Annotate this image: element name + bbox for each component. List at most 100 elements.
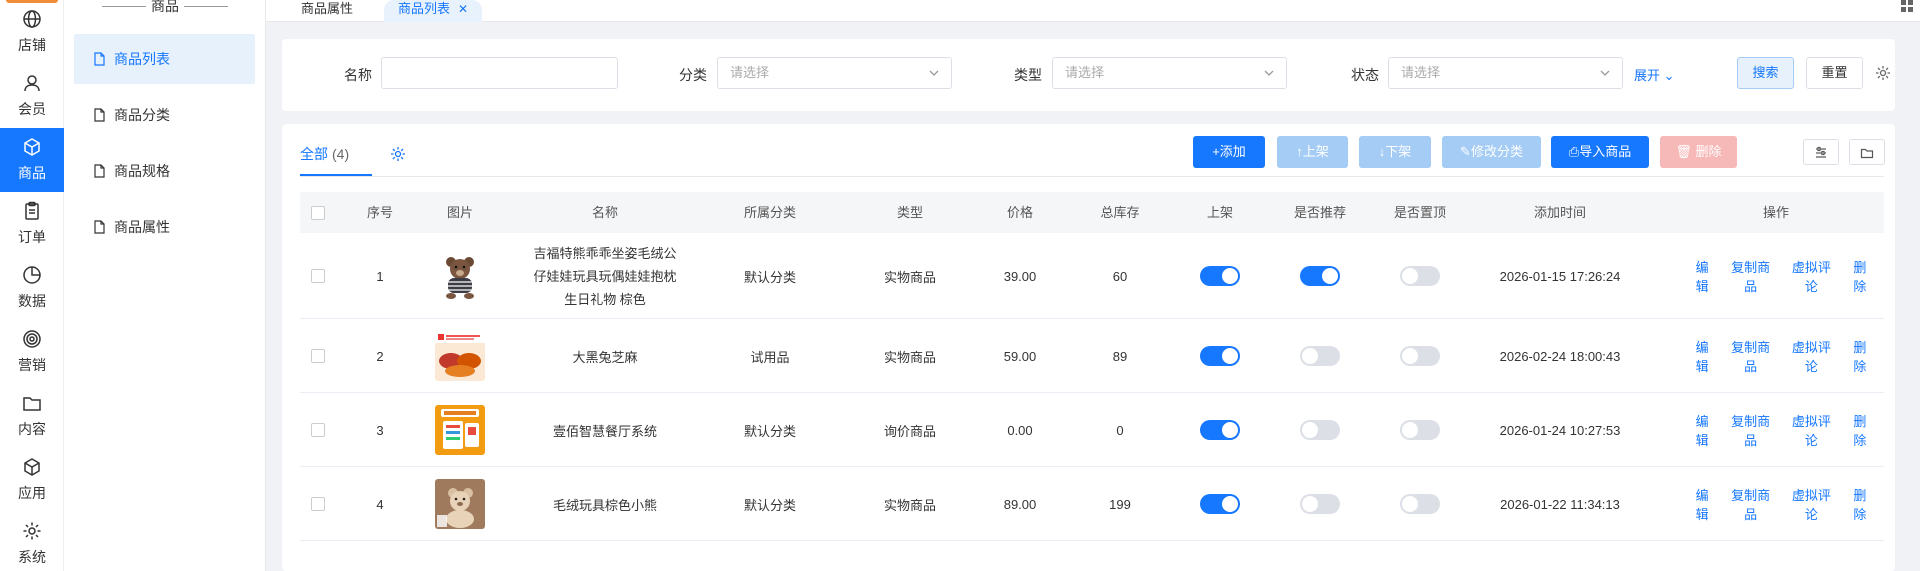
submenu-item-goods-attr[interactable]: 商品属性 — [74, 202, 255, 252]
product-image-bear-brown[interactable] — [435, 479, 485, 529]
select-all-checkbox[interactable] — [311, 205, 325, 220]
search-button[interactable]: 搜索 — [1737, 57, 1794, 89]
copy-goods-link[interactable]: 复制商品 — [1726, 485, 1775, 523]
product-image-bear[interactable] — [435, 251, 485, 301]
cell-no: 2 — [376, 348, 384, 364]
nav-item-shop[interactable]: 店铺 — [0, 0, 64, 64]
nav-item-content[interactable]: 内容 — [0, 384, 64, 448]
nav-item-apps[interactable]: 应用 — [0, 448, 64, 512]
top-switch[interactable] — [1400, 346, 1440, 366]
cell-image — [430, 233, 490, 319]
on-shelf-switch[interactable] — [1200, 420, 1240, 440]
settings-icon[interactable] — [1875, 65, 1891, 81]
delete-link[interactable]: 删除 — [1848, 411, 1872, 449]
edit-link[interactable]: 编辑 — [1690, 257, 1714, 295]
nav-item-goods[interactable]: 商品 — [0, 128, 64, 192]
cell-time: 2026-01-22 11:34:13 — [1500, 496, 1620, 512]
nav-item-data[interactable]: 数据 — [0, 256, 64, 320]
top-switch[interactable] — [1400, 420, 1440, 440]
on-shelf-button[interactable]: ↑上架 — [1277, 136, 1348, 168]
row-checkbox[interactable] — [311, 497, 325, 511]
row-select-cell — [300, 467, 336, 541]
folder-button[interactable] — [1849, 139, 1885, 165]
cell-on-shelf — [1180, 319, 1260, 393]
copy-goods-link[interactable]: 复制商品 — [1726, 257, 1775, 295]
recommend-switch[interactable] — [1300, 266, 1340, 286]
cell-time: 2026-01-15 17:26:24 — [1499, 268, 1621, 284]
type-select[interactable]: 请选择 — [1052, 57, 1287, 89]
import-goods-label: 导入商品 — [1579, 144, 1632, 159]
row-checkbox[interactable] — [311, 423, 325, 437]
edit-link[interactable]: 编辑 — [1690, 337, 1714, 375]
status-select[interactable]: 请选择 — [1388, 57, 1623, 89]
recommend-switch[interactable] — [1300, 346, 1340, 366]
submenu-item-goods-category[interactable]: 商品分类 — [74, 90, 255, 140]
row-checkbox[interactable] — [311, 269, 325, 283]
top-switch[interactable] — [1400, 494, 1440, 514]
expand-label: 展开 — [1634, 68, 1661, 83]
edit-link[interactable]: 编辑 — [1690, 411, 1714, 449]
cell-no: 1 — [376, 268, 384, 284]
on-shelf-switch[interactable] — [1200, 346, 1240, 366]
virtual-review-link[interactable]: 虚拟评论 — [1787, 411, 1836, 449]
nav-item-system[interactable]: 系统 — [0, 512, 64, 571]
tab-all-count: (4) — [332, 146, 350, 162]
cell-no: 4 — [376, 496, 384, 512]
nav-item-marketing[interactable]: 营销 — [0, 320, 64, 384]
header-name: 名称 — [591, 205, 618, 220]
column-settings-button[interactable] — [1803, 139, 1839, 165]
copy-goods-link[interactable]: 复制商品 — [1726, 337, 1775, 375]
submenu-item-goods-list[interactable]: 商品列表 — [74, 34, 255, 84]
category-label: 分类 — [679, 67, 707, 83]
reset-button[interactable]: 重置 — [1806, 57, 1863, 89]
delete-link[interactable]: 删除 — [1848, 257, 1872, 295]
delete-link[interactable]: 删除 — [1848, 337, 1872, 375]
select-all-cell — [300, 192, 336, 233]
add-button[interactable]: +添加 — [1193, 136, 1265, 168]
header-type: 类型 — [896, 205, 923, 220]
recommend-switch[interactable] — [1300, 420, 1340, 440]
on-shelf-switch[interactable] — [1200, 494, 1240, 514]
folder-icon — [1860, 148, 1874, 159]
tab-all[interactable]: 全部 (4) — [300, 144, 349, 164]
row-select-cell — [300, 319, 336, 393]
edit-category-button[interactable]: ✎修改分类 — [1442, 136, 1541, 168]
settings-icon[interactable] — [390, 146, 406, 162]
cell-ops: 编辑 复制商品 虚拟评论 删除 — [1690, 393, 1884, 467]
virtual-review-link[interactable]: 虚拟评论 — [1787, 337, 1836, 375]
header-price: 价格 — [1006, 205, 1033, 220]
chevron-down-icon: ⌄ — [1663, 68, 1675, 83]
expand-toggle[interactable]: 展开 ⌄ — [1634, 65, 1675, 84]
name-input[interactable] — [381, 57, 618, 89]
recommend-switch[interactable] — [1300, 494, 1340, 514]
cell-image — [430, 319, 490, 393]
chevron-down-icon — [1600, 70, 1610, 76]
product-image-poster[interactable] — [435, 405, 485, 455]
grid-icon[interactable] — [1900, 0, 1914, 12]
on-shelf-switch[interactable] — [1200, 266, 1240, 286]
edit-link[interactable]: 编辑 — [1690, 485, 1714, 523]
copy-goods-link[interactable]: 复制商品 — [1726, 411, 1775, 449]
virtual-review-link[interactable]: 虚拟评论 — [1787, 257, 1836, 295]
tab-goods-list[interactable]: 商品列表 ✕ — [384, 0, 483, 22]
nav-item-member[interactable]: 会员 — [0, 64, 64, 128]
top-switch[interactable] — [1400, 266, 1440, 286]
cell-category: 默认分类 — [743, 423, 796, 439]
nav-item-order[interactable]: 订单 — [0, 192, 64, 256]
import-goods-button[interactable]: ⎙导入商品 — [1551, 136, 1649, 168]
category-select[interactable]: 请选择 — [717, 57, 952, 89]
tab-goods-attr[interactable]: 商品属性 — [287, 0, 367, 22]
delete-button[interactable]: 🗑 删除 — [1660, 136, 1737, 168]
off-shelf-button[interactable]: ↓下架 — [1359, 136, 1431, 168]
nav-item-label: 店铺 — [18, 37, 46, 53]
virtual-review-link[interactable]: 虚拟评论 — [1787, 485, 1836, 523]
product-image-food[interactable] — [435, 331, 485, 381]
delete-link[interactable]: 删除 — [1848, 485, 1872, 523]
close-icon[interactable]: ✕ — [458, 2, 468, 16]
header-top: 是否置顶 — [1393, 205, 1446, 220]
submenu-item-goods-spec[interactable]: 商品规格 — [74, 146, 255, 196]
row-checkbox[interactable] — [311, 349, 325, 363]
row-select-cell — [300, 393, 336, 467]
cell-recommend — [1280, 393, 1360, 467]
tab-bar: 商品属性 商品列表 ✕ — [266, 0, 1920, 22]
